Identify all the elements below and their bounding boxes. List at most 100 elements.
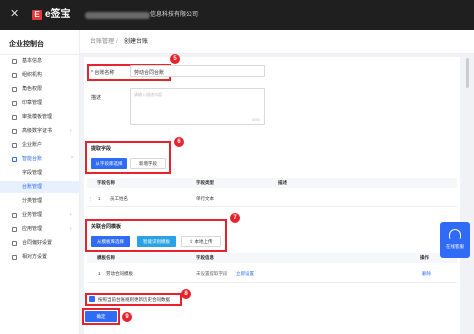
breadcrumb: 台账管理 / 创建台账	[80, 30, 474, 54]
certificate-icon	[12, 128, 17, 134]
template-col-name: 模板名称	[97, 255, 115, 260]
sidebar-item-label: 应用管理	[22, 226, 43, 232]
settings-icon	[12, 240, 17, 246]
sidebar-item-label: 企业账户	[22, 142, 43, 148]
template-row-name: 劳动合同模板	[106, 271, 133, 276]
template-row-index: 1	[98, 271, 101, 276]
delete-template-link[interactable]: 删除	[422, 271, 431, 277]
sidebar-item-label: 智能台账	[22, 156, 43, 162]
sidebar-item-roles[interactable]: 角色权限	[0, 83, 80, 95]
template-col-action: 操作	[420, 255, 429, 260]
chevron-right-icon: ›	[70, 212, 72, 218]
field-row-index: 1	[98, 196, 101, 201]
scrollbar[interactable]	[466, 58, 469, 88]
sidebar-subitem-category-mgmt[interactable]: 分类管理	[0, 195, 80, 207]
brand-logo-icon: E	[32, 10, 42, 20]
sidebar: 企业控制台 基本信息 组织机构 角色权限 印章管理 审批模板管理 高级数字证书 ›…	[0, 30, 80, 334]
sidebar-item-account[interactable]: 企业账户	[0, 139, 80, 151]
breadcrumb-separator: /	[116, 39, 118, 45]
online-service-button[interactable]: 在线客服	[440, 222, 470, 258]
sidebar-item-org[interactable]: 组织机构	[0, 69, 80, 81]
step-badge: 8	[181, 289, 191, 299]
description-placeholder: 请输入描述内容	[134, 92, 162, 97]
sidebar-item-label: 角色权限	[22, 86, 43, 92]
sidebar-item-cert[interactable]: 高级数字证书 ›	[0, 125, 80, 137]
row-divider	[87, 206, 457, 207]
online-service-label: 在线客服	[446, 244, 464, 249]
roles-icon	[12, 86, 17, 92]
account-icon	[12, 142, 17, 148]
counterparty-icon	[12, 254, 17, 260]
field-row-name: 员工姓名	[110, 196, 128, 201]
apps-icon	[12, 226, 17, 232]
sidebar-subitem-label: 台账管理	[22, 184, 43, 190]
close-icon[interactable]: ✕	[10, 9, 19, 20]
sidebar-item-smart-ledger[interactable]: 智能台账 ⌃	[0, 153, 80, 165]
info-icon	[12, 58, 17, 64]
brand-name: e签宝	[45, 9, 71, 20]
sidebar-item-label: 合同偏好设置	[22, 240, 53, 246]
org-icon	[12, 72, 17, 78]
select-from-template-library-button[interactable]: 从模板库选择	[91, 236, 130, 247]
description-counter: 0/50	[252, 117, 260, 122]
breadcrumb-parent[interactable]: 台账管理	[90, 39, 114, 46]
setup-now-link[interactable]: 立即设置	[236, 271, 254, 277]
redacted-company-name	[85, 12, 150, 19]
sidebar-item-label: 高级数字证书	[22, 128, 53, 134]
sidebar-item-approval[interactable]: 审批模板管理	[0, 111, 80, 123]
sidebar-item-contract-prefs[interactable]: 合同偏好设置	[0, 237, 80, 249]
chevron-right-icon: ›	[70, 128, 72, 134]
sidebar-title: 企业控制台	[9, 41, 44, 48]
sidebar-item-label: 业务管理	[22, 212, 43, 218]
sidebar-item-basic-info[interactable]: 基本信息	[0, 55, 80, 67]
sidebar-item-seal[interactable]: 印章管理	[0, 97, 80, 109]
field-row-type: 单行文本	[196, 196, 214, 201]
sidebar-item-business[interactable]: 业务管理 ›	[0, 209, 80, 221]
company-name: 信息科技有限公司	[150, 12, 199, 18]
upload-icon: ⇪	[189, 239, 194, 244]
sidebar-item-apps[interactable]: 应用管理 ›	[0, 223, 80, 235]
confirm-button[interactable]: 确定	[85, 311, 117, 322]
step-badge: 9	[122, 312, 132, 322]
sidebar-item-label: 印章管理	[22, 100, 43, 106]
sidebar-subitem-label: 字段管理	[22, 170, 43, 176]
step-badge: 6	[174, 137, 184, 147]
approval-icon	[12, 114, 17, 120]
sidebar-subitem-field-mgmt[interactable]: 字段管理	[0, 167, 80, 179]
fields-section-title: 提取字段	[91, 146, 112, 152]
ledger-icon	[12, 156, 17, 162]
template-row-status: 未设置提取字段	[196, 271, 228, 276]
smart-recognize-template-button[interactable]: 智能识别模板	[137, 236, 176, 247]
business-icon	[12, 212, 17, 218]
fields-col-type: 字段类型	[196, 180, 214, 185]
row-divider	[87, 282, 457, 283]
sidebar-item-counterparty[interactable]: 相对方设置	[0, 251, 80, 263]
chevron-up-icon: ⌃	[70, 156, 75, 162]
step-badge: 5	[170, 54, 180, 64]
select-from-field-library-button[interactable]: 从字段库选择	[91, 158, 127, 169]
breadcrumb-current: 创建台账	[124, 39, 149, 45]
drag-handle-icon[interactable]: ⋮	[88, 196, 93, 202]
sidebar-item-label: 相对方设置	[22, 254, 48, 260]
step-badge: 7	[230, 213, 240, 223]
ledger-name-value: 劳动合同台账	[134, 70, 165, 76]
fields-col-name: 字段名称	[97, 180, 115, 185]
desc-label: 描述	[91, 95, 102, 101]
seal-icon	[12, 100, 17, 106]
local-upload-label: 本地上传	[194, 239, 213, 244]
name-label: * 台账名称	[91, 70, 115, 76]
update-history-label: 按照当前台账规则更新历史合同数据	[98, 297, 170, 302]
sidebar-item-label: 组织机构	[22, 72, 43, 78]
fields-table-header	[87, 178, 457, 188]
chevron-right-icon: ›	[70, 226, 72, 232]
top-bar: ✕ E e签宝 信息科技有限公司	[0, 0, 474, 30]
sidebar-subitem-ledger-mgmt[interactable]: 台账管理	[0, 181, 80, 193]
headset-icon	[449, 229, 461, 239]
template-table-header	[87, 253, 457, 263]
sidebar-item-label: 审批模板管理	[22, 114, 53, 120]
local-upload-button[interactable]: ⇪ 本地上传	[181, 236, 221, 247]
fields-col-desc: 描述	[278, 180, 287, 185]
add-field-button[interactable]: 新增字段	[130, 158, 166, 169]
update-history-checkbox[interactable]	[89, 296, 95, 302]
sidebar-item-label: 基本信息	[22, 58, 43, 64]
